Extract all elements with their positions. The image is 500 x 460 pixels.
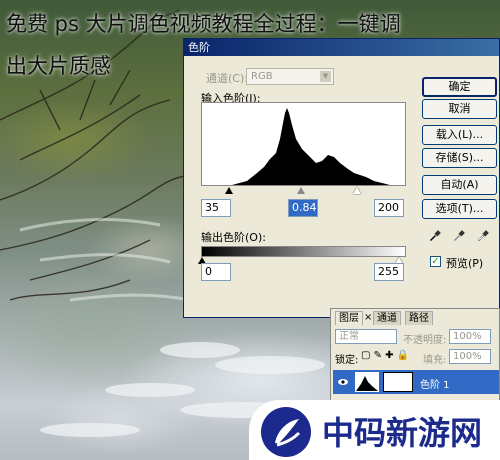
layer-name: 色阶 1 xyxy=(420,380,450,391)
output-levels-gradient xyxy=(201,246,406,257)
options-button[interactable]: 选项(T)... xyxy=(422,199,497,219)
black-eyedropper-icon[interactable] xyxy=(428,229,442,243)
fill-label: 填充: xyxy=(423,355,447,366)
tab-paths[interactable]: 路径 xyxy=(405,311,433,325)
output-levels-label: 输出色阶(O): xyxy=(201,231,266,244)
overlay-title-line-1: 免费 ps 大片调色视频教程全过程：一键调 xyxy=(6,12,401,36)
site-logo-icon xyxy=(261,407,311,457)
opacity-label: 不透明度: xyxy=(403,335,447,346)
input-white-field[interactable]: 200 xyxy=(374,199,404,217)
input-white-point-handle[interactable] xyxy=(353,187,361,194)
save-button[interactable]: 存储(S)... xyxy=(422,148,497,168)
auto-button[interactable]: 自动(A) xyxy=(422,175,497,195)
opacity-field[interactable]: 100% xyxy=(449,329,491,344)
tab-channels[interactable]: 通道 xyxy=(373,311,401,325)
layer-row[interactable]: 色阶 1 xyxy=(333,370,499,394)
input-black-point-handle[interactable] xyxy=(225,187,233,194)
white-eyedropper-icon[interactable] xyxy=(476,229,490,243)
gray-eyedropper-icon[interactable] xyxy=(452,229,466,243)
lock-label: 锁定: xyxy=(335,355,359,366)
watermark-text: 中码新游网 xyxy=(322,414,483,452)
chevron-down-icon: ▼ xyxy=(320,71,331,82)
output-white-field[interactable]: 255 xyxy=(374,263,404,281)
channel-select[interactable]: RGB ▼ xyxy=(246,68,334,85)
preview-label: 预览(P) xyxy=(446,257,484,270)
lock-icons[interactable]: ▢ ✎ ✚ 🔒 xyxy=(361,350,409,361)
blend-mode-select[interactable]: 正常 xyxy=(335,329,397,344)
watermark: 中码新游网 xyxy=(249,400,500,460)
levels-adjustment-thumbnail-icon xyxy=(355,372,379,392)
histogram xyxy=(201,102,406,186)
cancel-button[interactable]: 取消 xyxy=(422,99,497,119)
layer-mask-thumbnail xyxy=(383,372,413,392)
overlay-title-line-2: 出大片质感 xyxy=(6,54,111,78)
fill-field[interactable]: 100% xyxy=(449,349,491,364)
eye-visibility-icon[interactable] xyxy=(337,376,349,388)
input-gamma-field[interactable]: 0.84 xyxy=(288,199,318,217)
histogram-graph xyxy=(232,108,390,185)
input-gamma-handle[interactable] xyxy=(297,187,305,194)
tab-layers[interactable]: 图层 xyxy=(335,311,363,325)
layers-panel: 图层 × 通道 路径 正常 不透明度: 100% 锁定: ▢ ✎ ✚ 🔒 填充:… xyxy=(330,308,500,408)
channel-label: 通道(C): xyxy=(206,72,248,85)
input-black-field[interactable]: 35 xyxy=(201,199,231,217)
preview-checkbox[interactable]: ✓ xyxy=(430,256,441,267)
dialog-titlebar: 色阶 xyxy=(184,39,499,56)
load-button[interactable]: 载入(L)... xyxy=(422,125,497,145)
levels-dialog: 色阶 通道(C): RGB ▼ 输入色阶(I): 35 0.84 200 输出色… xyxy=(183,38,500,318)
output-black-field[interactable]: 0 xyxy=(201,263,231,281)
tab-close-icon[interactable]: × xyxy=(364,312,372,323)
input-levels-slider[interactable] xyxy=(201,187,406,195)
channel-select-value: RGB xyxy=(251,71,273,82)
ok-button[interactable]: 确定 xyxy=(422,77,497,97)
